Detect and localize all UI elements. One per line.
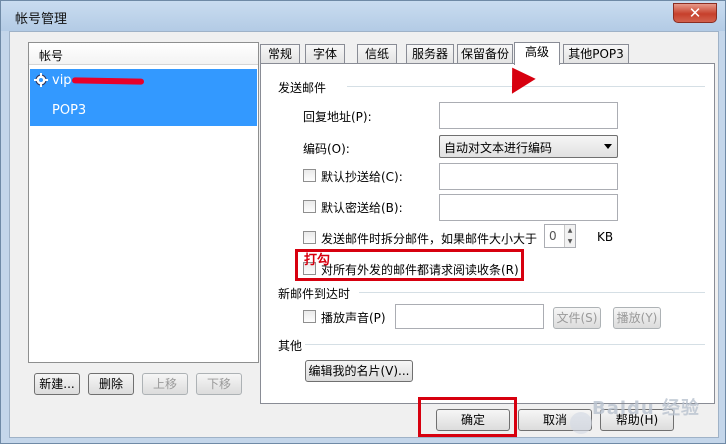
- redaction-mark: [71, 77, 145, 85]
- tab-backup[interactable]: 保留备份: [457, 44, 513, 64]
- edit-business-card-button[interactable]: 编辑我的名片(V)...: [305, 360, 413, 382]
- send-section-title: 发送邮件: [278, 81, 327, 95]
- encoding-select[interactable]: 自动对文本进行编码: [439, 135, 618, 158]
- advanced-page: 发送邮件 回复地址(P): 编码(O): 自动对文本进行编码 默认抄送给(C):…: [260, 63, 715, 404]
- move-down-button[interactable]: 下移: [196, 373, 242, 395]
- tab-stationery[interactable]: 信纸: [357, 44, 397, 64]
- reply-address-input[interactable]: [439, 102, 618, 129]
- default-cc-label: 默认抄送给(C):: [321, 170, 403, 184]
- account-list[interactable]: 帐号 vip POP3: [28, 42, 259, 363]
- arrival-divider: [359, 292, 705, 293]
- close-icon: ✕: [688, 4, 702, 22]
- tab-general[interactable]: 常规: [260, 44, 300, 64]
- chevron-down-icon: [604, 144, 612, 149]
- account-protocol: POP3: [52, 103, 87, 118]
- split-size-unit: KB: [597, 230, 614, 244]
- delete-account-button[interactable]: 删除: [88, 373, 134, 395]
- default-cc-input[interactable]: [439, 163, 618, 190]
- annotation-text: 打勾: [304, 253, 331, 268]
- play-sound-label: 播放声音(P): [321, 311, 386, 325]
- reply-address-label: 回复地址(P):: [303, 110, 372, 124]
- dialog-body: 帐号 vip POP3 新建... 删除 上移 下移 常规 字体 信纸 服务器 …: [9, 31, 719, 438]
- split-size-stepper[interactable]: 0 ▲ ▼: [544, 224, 576, 248]
- play-sound-button[interactable]: 播放(Y): [613, 307, 661, 329]
- other-divider: [305, 344, 705, 345]
- tab-server[interactable]: 服务器: [406, 44, 454, 64]
- choose-file-button[interactable]: 文件(S): [553, 307, 601, 329]
- account-manager-window: 帐号管理 ✕ 帐号 vip POP3 新建... 删除 上移 下移 常规 字体 …: [0, 0, 726, 444]
- tab-other-pop3[interactable]: 其他POP3: [563, 44, 629, 64]
- title-bar: 帐号管理 ✕: [1, 1, 725, 31]
- sound-file-input[interactable]: [395, 304, 544, 329]
- default-bcc-input[interactable]: [439, 194, 618, 221]
- spin-arrows-icon[interactable]: ▲ ▼: [564, 225, 575, 247]
- encoding-label: 编码(O):: [303, 142, 350, 156]
- watermark: Baidu 经验: [592, 398, 701, 419]
- window-title: 帐号管理: [15, 12, 68, 27]
- play-sound-checkbox[interactable]: [303, 310, 316, 323]
- arrival-section-title: 新邮件到达时: [278, 287, 351, 301]
- default-bcc-label: 默认密送给(B):: [321, 201, 403, 215]
- move-up-button[interactable]: 上移: [142, 373, 188, 395]
- encoding-value: 自动对文本进行编码: [444, 141, 553, 155]
- watermark-paw-icon: [570, 412, 592, 434]
- account-name: vip: [52, 73, 72, 88]
- close-button[interactable]: ✕: [673, 3, 717, 23]
- new-account-button[interactable]: 新建...: [34, 373, 80, 395]
- split-size-value: 0: [549, 229, 557, 243]
- tab-advanced[interactable]: 高级: [514, 42, 560, 65]
- split-mail-checkbox[interactable]: [303, 231, 316, 244]
- account-list-header: 帐号: [29, 43, 258, 65]
- tab-font[interactable]: 字体: [305, 44, 345, 64]
- account-item[interactable]: vip POP3: [30, 69, 257, 126]
- other-section-title: 其他: [278, 339, 303, 353]
- send-divider: [347, 86, 705, 87]
- ok-highlight-box: [418, 397, 517, 437]
- default-bcc-checkbox[interactable]: [303, 200, 316, 213]
- account-gear-icon: [34, 73, 48, 87]
- default-cc-checkbox[interactable]: [303, 169, 316, 182]
- split-mail-label: 发送邮件时拆分邮件，如果邮件大小大于: [321, 232, 538, 246]
